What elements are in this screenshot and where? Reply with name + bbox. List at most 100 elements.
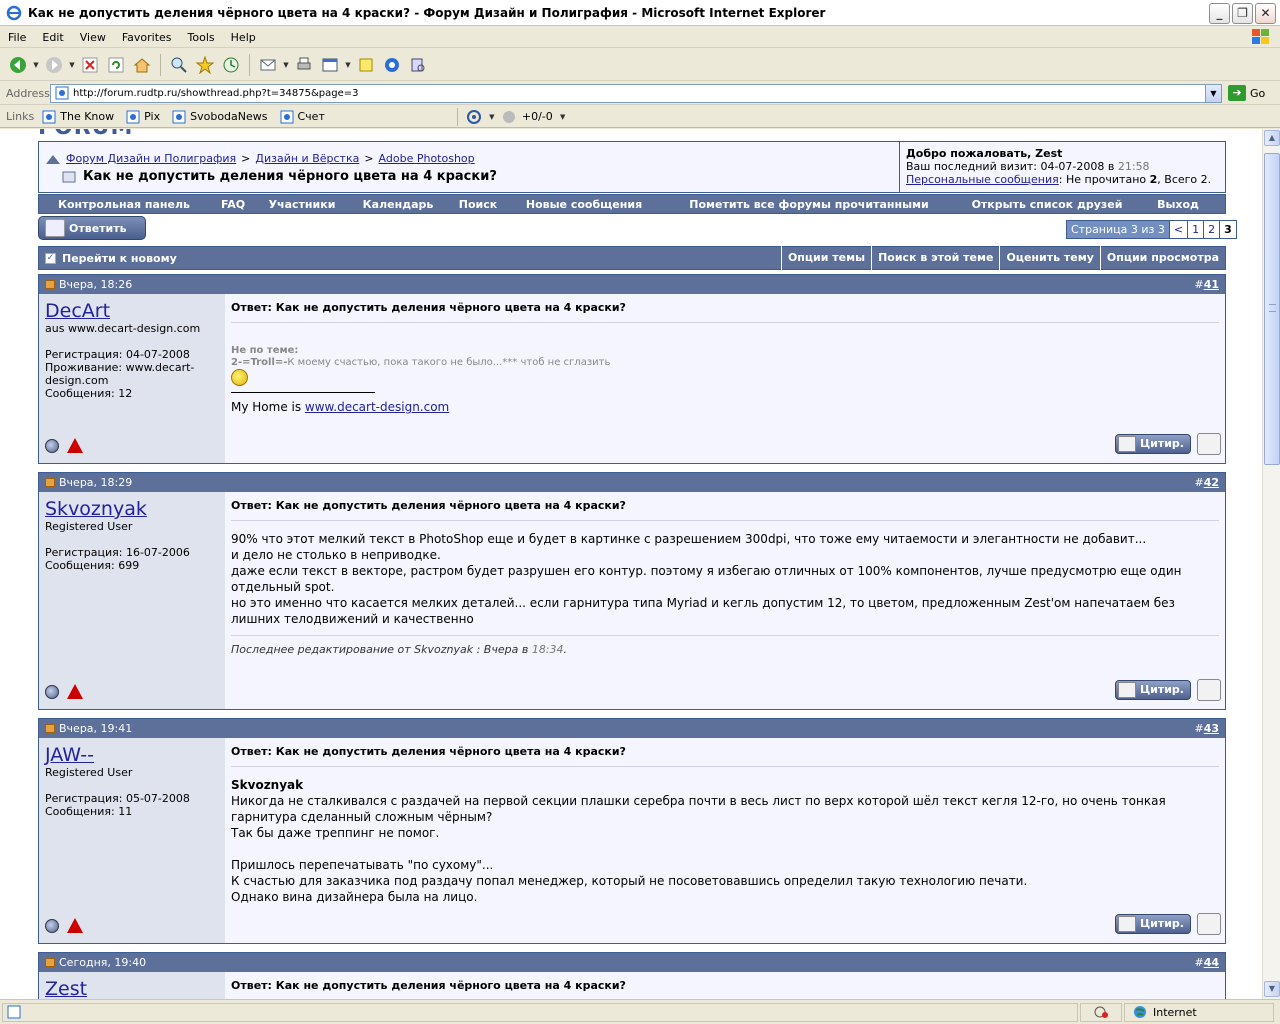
edit-dropdown-icon[interactable]: ▼: [344, 61, 352, 69]
username-link[interactable]: DecArt: [45, 300, 219, 322]
quote-button[interactable]: Цитир.: [1114, 680, 1191, 700]
multiquote-button[interactable]: [1197, 679, 1221, 701]
thread-options-menu[interactable]: Опции темы: [780, 246, 871, 270]
go-button[interactable]: ➔ Go: [1228, 85, 1265, 101]
post-permalink[interactable]: 42: [1204, 476, 1219, 489]
scroll-down-icon[interactable]: ▼: [1264, 981, 1280, 997]
menu-tools[interactable]: Tools: [180, 31, 223, 44]
online-status-icon[interactable]: [45, 684, 59, 699]
nav-mark-read[interactable]: Пометить все форумы прочитанными: [661, 198, 957, 211]
menu-bar: File Edit View Favorites Tools Help: [0, 27, 1280, 48]
scroll-up-icon[interactable]: ▲: [1264, 130, 1280, 146]
minimize-button[interactable]: _: [1209, 3, 1230, 24]
stop-icon[interactable]: [78, 53, 102, 77]
link-pix[interactable]: Pix: [126, 110, 160, 124]
search-thread-menu[interactable]: Поиск в этой теме: [871, 246, 999, 270]
quote-pen-icon: [1117, 436, 1136, 452]
forward-dropdown-icon[interactable]: ▼: [68, 61, 76, 69]
post-permalink[interactable]: 43: [1204, 722, 1219, 735]
username-link[interactable]: Zest: [45, 978, 219, 999]
addon-dropdown-icon[interactable]: ▼: [488, 113, 496, 121]
rating-counter[interactable]: +0/-0: [522, 110, 553, 123]
post-text-line: и дело не столько в неприводке.: [231, 548, 441, 562]
reply-button[interactable]: Ответить: [38, 216, 146, 240]
favorites-icon[interactable]: [193, 53, 217, 77]
breadcrumb-link-design[interactable]: Дизайн и Вёрстка: [255, 152, 359, 165]
menu-help[interactable]: Help: [223, 31, 264, 44]
nav-logout[interactable]: Выход: [1137, 198, 1219, 211]
forward-icon[interactable]: [42, 53, 66, 77]
online-status-icon[interactable]: [45, 438, 59, 453]
address-field[interactable]: http://forum.rudtp.ru/showthread.php?t=3…: [50, 83, 1222, 103]
link-schet[interactable]: Счет: [280, 110, 325, 124]
report-post-icon[interactable]: [67, 918, 83, 933]
nav-calendar[interactable]: Календарь: [347, 198, 449, 211]
private-messages-link[interactable]: Персональные сообщения: [906, 173, 1059, 186]
menu-view[interactable]: View: [72, 31, 114, 44]
discuss-icon[interactable]: [354, 53, 378, 77]
rating-dropdown-icon[interactable]: ▼: [559, 113, 567, 121]
breadcrumb-link-photoshop[interactable]: Adobe Photoshop: [379, 152, 475, 165]
address-dropdown-icon[interactable]: ▼: [1205, 84, 1221, 102]
post-message: Ответ: Как не допустить деления чёрного …: [225, 972, 1225, 999]
research-icon[interactable]: [406, 53, 430, 77]
nav-new-posts[interactable]: Новые сообщения: [507, 198, 661, 211]
nav-members[interactable]: Участники: [257, 198, 347, 211]
signature-link[interactable]: www.decart-design.com: [305, 400, 449, 414]
edit-page-icon[interactable]: [318, 53, 342, 77]
quote-button[interactable]: Цитир.: [1114, 914, 1191, 934]
post-permalink[interactable]: 41: [1204, 278, 1219, 291]
history-icon[interactable]: [219, 53, 243, 77]
link-the-know[interactable]: The Know: [42, 110, 114, 124]
mail-icon[interactable]: [256, 53, 280, 77]
nav-control-panel[interactable]: Контрольная панель: [39, 198, 209, 211]
forum-logo[interactable]: FORUM: [38, 129, 218, 137]
print-icon[interactable]: [292, 53, 316, 77]
messenger-icon[interactable]: [380, 53, 404, 77]
username-link[interactable]: JAW--: [45, 744, 219, 766]
pagenav-page-2[interactable]: 2: [1203, 221, 1219, 238]
popup-blocker-panel[interactable]: [1080, 1002, 1122, 1022]
post-text-line: Однако вина дизайнера была на лицо.: [231, 890, 478, 904]
link-svobodanews[interactable]: SvobodaNews: [172, 110, 268, 124]
addon-icon[interactable]: [466, 109, 482, 125]
mail-dropdown-icon[interactable]: ▼: [282, 61, 290, 69]
nav-buddy-list[interactable]: Открыть список друзей: [957, 198, 1137, 211]
vertical-scrollbar[interactable]: ▲ ▼: [1262, 129, 1280, 999]
post-permalink[interactable]: 44: [1204, 956, 1219, 969]
display-options-menu[interactable]: Опции просмотра: [1099, 246, 1225, 270]
report-post-icon[interactable]: [67, 684, 83, 699]
first-unread-link[interactable]: ✓ Перейти к новому: [39, 252, 781, 265]
windows-logo-icon: [1252, 29, 1269, 44]
report-post-icon[interactable]: [67, 438, 83, 453]
home-icon[interactable]: [130, 53, 154, 77]
forum-home-icon[interactable]: [45, 153, 61, 165]
pagenav-page-1[interactable]: 1: [1187, 221, 1203, 238]
menu-favorites[interactable]: Favorites: [114, 31, 180, 44]
quote-button[interactable]: Цитир.: [1114, 434, 1191, 454]
post-subject: Ответ: Как не допустить деления чёрного …: [231, 744, 1219, 767]
multiquote-button[interactable]: [1197, 433, 1221, 455]
smilie-icon: [231, 369, 248, 386]
menu-file[interactable]: File: [0, 31, 34, 44]
multiquote-button[interactable]: [1197, 913, 1221, 935]
online-status-icon[interactable]: [45, 918, 59, 933]
rate-thread-menu[interactable]: Оценить тему: [999, 246, 1099, 270]
back-dropdown-icon[interactable]: ▼: [32, 61, 40, 69]
back-icon[interactable]: [6, 53, 30, 77]
maximize-button[interactable]: ❐: [1232, 3, 1253, 24]
last-visit-label: Ваш последний визит: 04-07-2008 в: [906, 160, 1115, 173]
search-icon[interactable]: [167, 53, 191, 77]
nav-faq[interactable]: FAQ: [209, 198, 257, 211]
breadcrumb-link-forum[interactable]: Форум Дизайн и Полиграфия: [66, 152, 236, 165]
address-bar: Address http://forum.rudtp.ru/showthread…: [0, 82, 1280, 105]
refresh-icon[interactable]: [104, 53, 128, 77]
menu-edit[interactable]: Edit: [34, 31, 71, 44]
pagenav-prev[interactable]: <: [1168, 221, 1187, 238]
username-link[interactable]: Skvoznyak: [45, 498, 219, 520]
scroll-thumb[interactable]: [1264, 153, 1280, 465]
nav-search[interactable]: Поиск: [449, 198, 507, 211]
link-page-icon: [126, 110, 140, 123]
post-icon: [45, 958, 55, 967]
close-button[interactable]: ✕: [1255, 3, 1276, 24]
